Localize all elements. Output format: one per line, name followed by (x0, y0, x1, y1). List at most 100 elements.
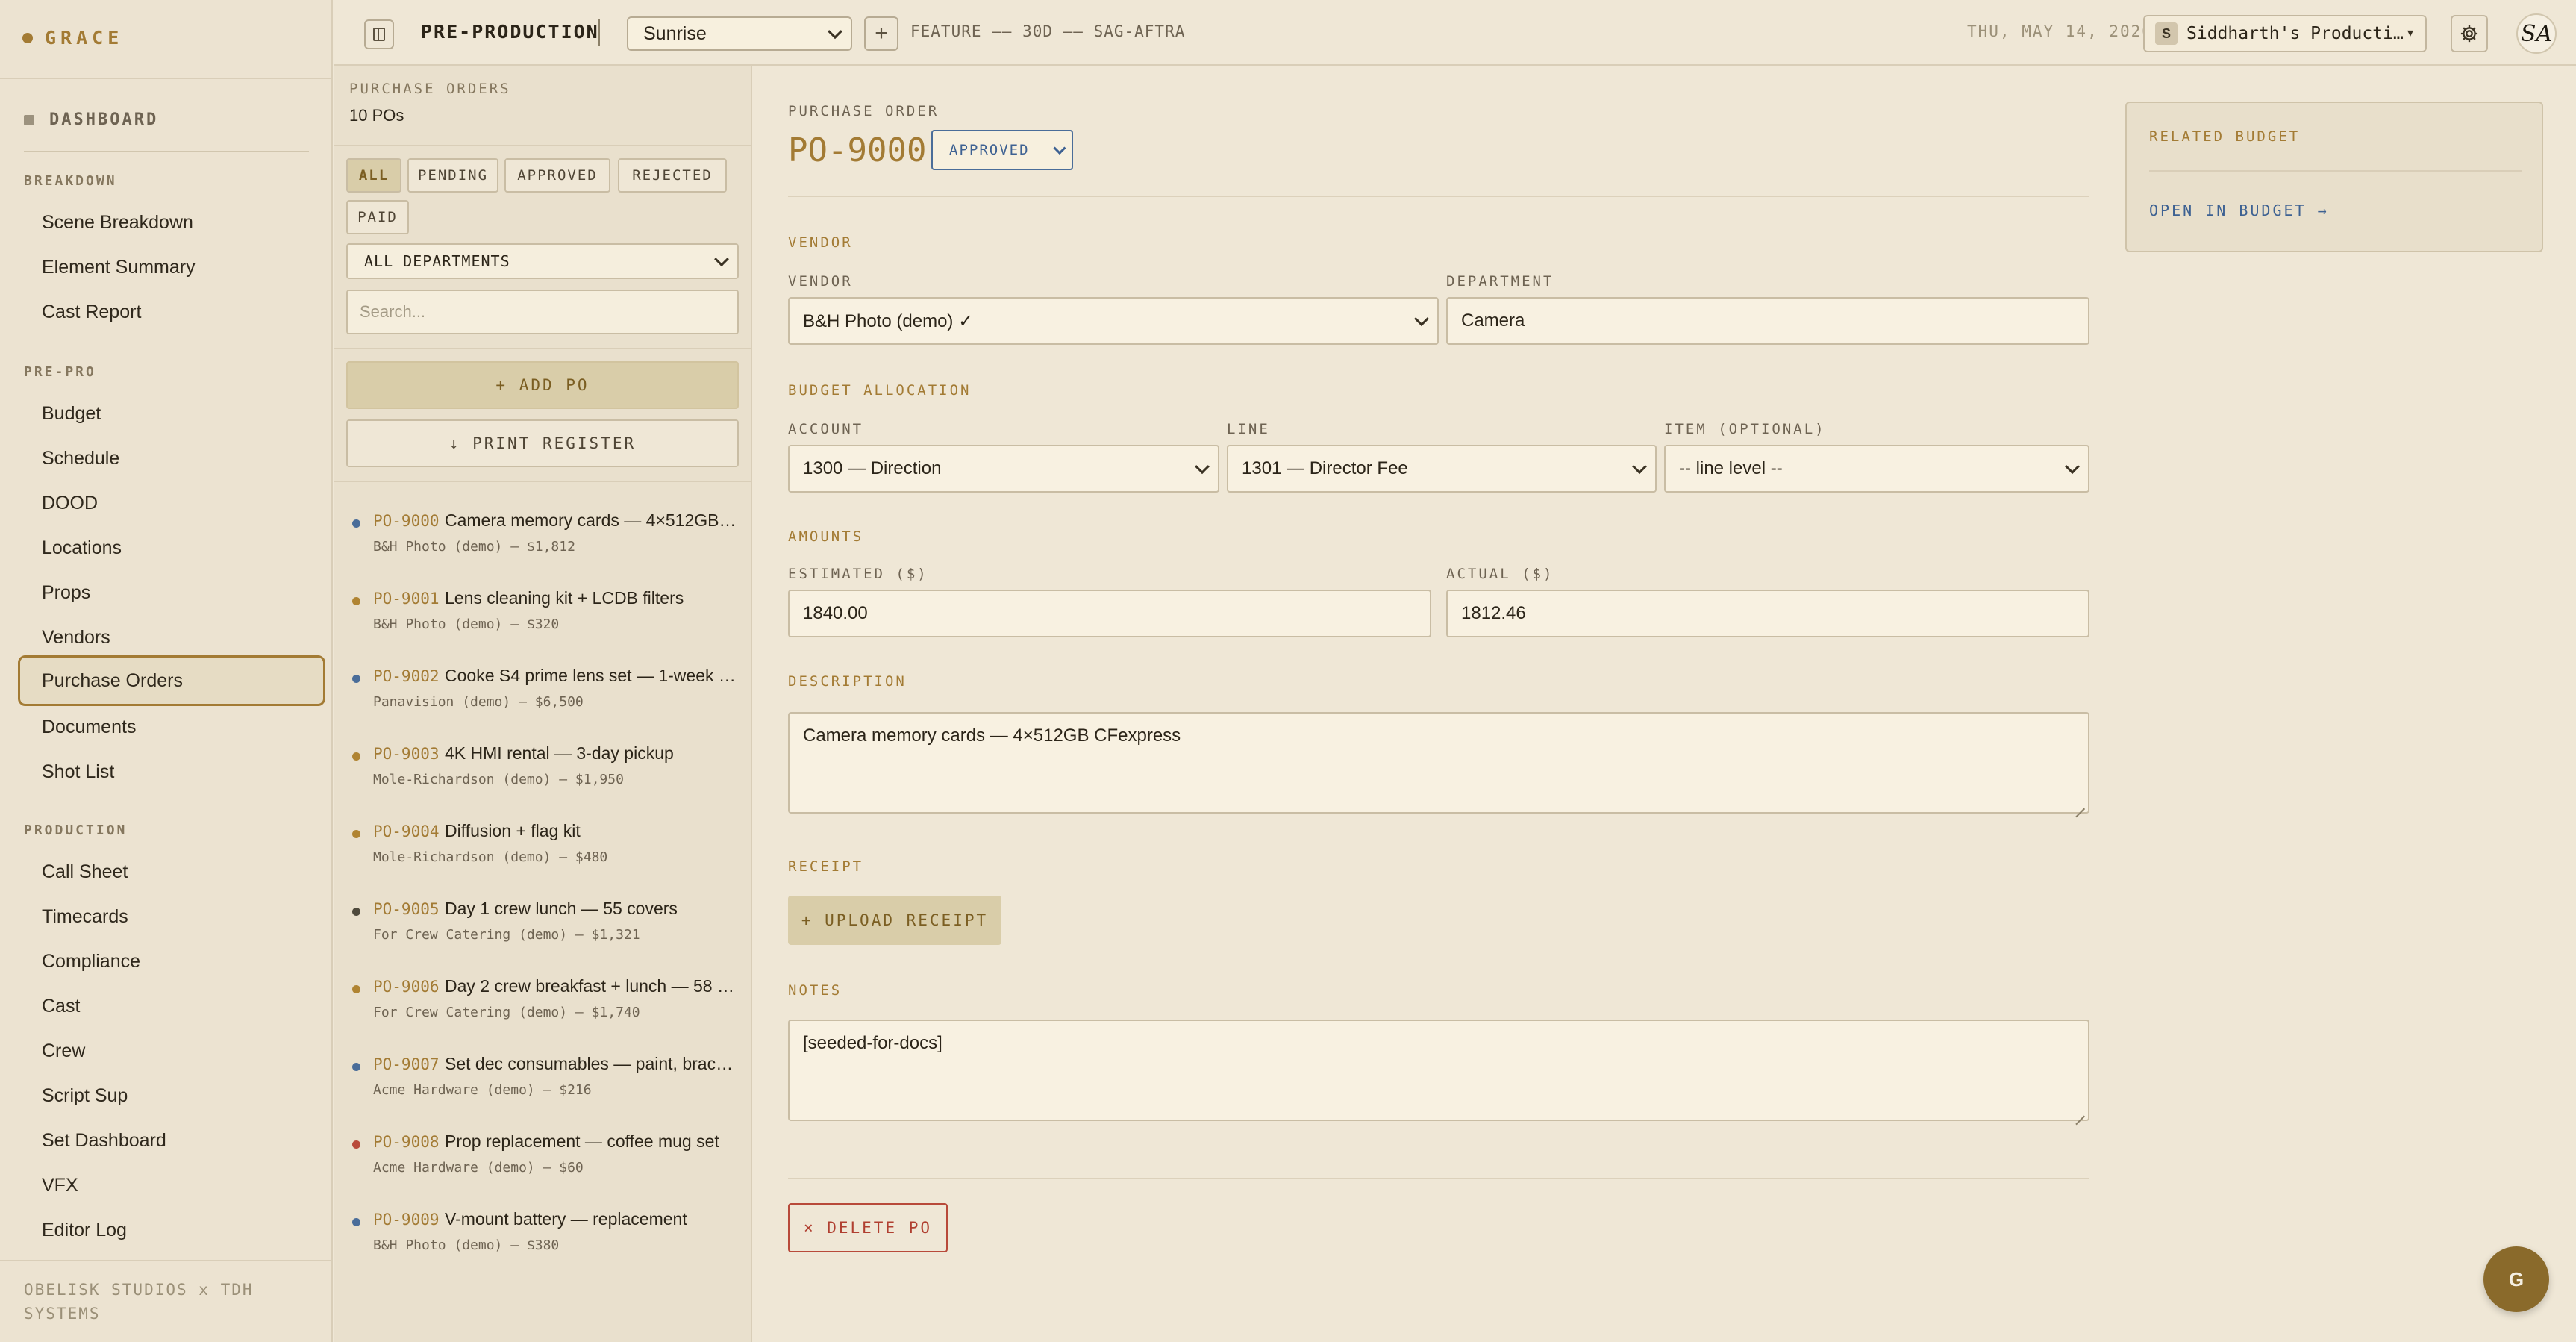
sidebar-item-documents[interactable]: Documents (18, 702, 325, 752)
status-dot-icon (352, 597, 360, 605)
open-in-budget-link[interactable]: OPEN IN BUDGET → (2149, 202, 2329, 219)
divider (788, 1178, 2089, 1179)
resize-handle-icon[interactable] (2075, 1106, 2085, 1117)
filter-approved[interactable]: APPROVED (504, 158, 610, 193)
sidebar-item-locations[interactable]: Locations (18, 522, 325, 573)
filter-paid[interactable]: PAID (346, 200, 409, 234)
po-list-item[interactable]: PO-9001 Lens cleaning kit + LCDB filters B… (334, 570, 752, 648)
sidebar-item-call-sheet[interactable]: Call Sheet (18, 846, 325, 897)
upload-receipt-button[interactable]: + UPLOAD RECEIPT (788, 896, 1001, 945)
po-list-item[interactable]: PO-9005 Day 1 crew lunch — 55 covers For C… (334, 881, 752, 958)
sidebar-item-purchase-orders[interactable]: Purchase Orders (18, 655, 325, 706)
notes-value: [seeded-for-docs] (803, 1033, 942, 1053)
section-title-production: PRODUCTION (24, 823, 128, 838)
status-dot-icon (352, 519, 360, 528)
po-list-item[interactable]: PO-9009 V-mount battery — replacement B&H … (334, 1191, 752, 1269)
divider (0, 1260, 333, 1261)
sidebar-item-vfx[interactable]: VFX (18, 1160, 325, 1211)
account-select[interactable]: 1300 — Direction (788, 445, 1219, 493)
filter-all[interactable]: ALL (346, 158, 401, 193)
sidebar-item-timecards[interactable]: Timecards (18, 891, 325, 942)
divider (334, 481, 752, 482)
chevron-down-icon (1414, 311, 1429, 327)
resize-handle-icon[interactable] (2075, 799, 2085, 809)
divider (334, 348, 752, 349)
sidebar-item-schedule[interactable]: Schedule (18, 433, 325, 484)
po-item-number: PO-9000 (373, 512, 440, 530)
sidebar-item-cast[interactable]: Cast (18, 981, 325, 1032)
sidebar-item-crew[interactable]: Crew (18, 1026, 325, 1076)
item-select-value: -- line level -- (1679, 458, 1783, 478)
po-item-description: Cooke S4 prime lens set — 1-week rental (445, 666, 740, 685)
department-label: DEPARTMENT (1446, 273, 1554, 290)
divider (24, 151, 309, 152)
status-dot-icon (352, 752, 360, 761)
notes-section-title: NOTES (788, 982, 842, 999)
po-list-item[interactable]: PO-9006 Day 2 crew breakfast + lunch — 58… (334, 958, 752, 1036)
po-list-item[interactable]: PO-9002 Cooke S4 prime lens set — 1-week … (334, 648, 752, 725)
sidebar-item-script-sup[interactable]: Script Sup (18, 1070, 325, 1121)
sidebar-item-set-dashboard[interactable]: Set Dashboard (18, 1115, 325, 1166)
sidebar-toggle-button[interactable] (364, 19, 394, 49)
section-title-pre-pro: PRE-PRO (24, 364, 96, 380)
department-filter-value: ALL DEPARTMENTS (364, 252, 510, 270)
line-select[interactable]: 1301 — Director Fee (1227, 445, 1657, 493)
sidebar: GRACE DASHBOARD BREAKDOWN Scene Breakdow… (0, 0, 333, 1342)
po-item-description: Diffusion + flag kit (445, 821, 581, 840)
po-list-item[interactable]: PO-9004 Diffusion + flag kit Mole-Richards… (334, 803, 752, 881)
po-search-input[interactable] (346, 290, 739, 334)
status-dot-icon (352, 675, 360, 683)
po-list-item[interactable]: PO-9008 Prop replacement — coffee mug set… (334, 1114, 752, 1191)
department-filter-select[interactable]: ALL DEPARTMENTS (346, 243, 739, 279)
vendor-section-title: VENDOR (788, 234, 853, 251)
sidebar-item-shot-list[interactable]: Shot List (18, 746, 325, 797)
project-select-value: Sunrise (643, 22, 707, 44)
brand-logo[interactable]: GRACE (22, 27, 123, 49)
assistant-button[interactable]: G (2483, 1246, 2549, 1312)
sidebar-item-compliance[interactable]: Compliance (18, 936, 325, 987)
filter-pending[interactable]: PENDING (407, 158, 498, 193)
po-list-item[interactable]: PO-9003 4K HMI rental — 3-day pickup Mole-… (334, 725, 752, 803)
phase-title: PRE-PRODUCTION (421, 21, 599, 43)
user-avatar[interactable]: SA (2516, 13, 2557, 54)
sidebar-item-budget[interactable]: Budget (18, 388, 325, 439)
org-switcher[interactable]: S Siddharth's Producti… ▾ (2143, 15, 2427, 52)
po-item-description: Prop replacement — coffee mug set (445, 1132, 719, 1151)
department-field[interactable]: Camera (1446, 297, 2089, 345)
sidebar-item-element-summary[interactable]: Element Summary (18, 242, 325, 293)
po-item-vendor-amount: Mole-Richardson (demo) — $1,950 (373, 772, 624, 787)
po-list-item[interactable]: PO-9000 Camera memory cards — 4×512GB CFe… (334, 493, 752, 570)
delete-po-button[interactable]: × DELETE PO (788, 1203, 948, 1252)
sidebar-item-editor-log[interactable]: Editor Log (18, 1205, 325, 1255)
estimated-input[interactable]: 1840.00 (788, 590, 1431, 637)
status-dot-icon (352, 830, 360, 838)
item-label: ITEM (OPTIONAL) (1664, 421, 1826, 437)
related-budget-title: RELATED BUDGET (2149, 128, 2301, 145)
sidebar-item-dashboard[interactable]: DASHBOARD (24, 110, 158, 129)
vendor-label: VENDOR (788, 273, 853, 290)
add-po-button[interactable]: + ADD PO (346, 361, 739, 409)
po-item-vendor-amount: For Crew Catering (demo) — $1,740 (373, 1005, 640, 1020)
item-select[interactable]: -- line level -- (1664, 445, 2089, 493)
vendor-select[interactable]: B&H Photo (demo) ✓ (788, 297, 1439, 345)
sidebar-item-dood[interactable]: DOOD (18, 478, 325, 528)
po-item-vendor-amount: Panavision (demo) — $6,500 (373, 694, 584, 710)
sidebar-item-scene-breakdown[interactable]: Scene Breakdown (18, 197, 325, 248)
project-select[interactable]: Sunrise (627, 16, 852, 51)
account-label: ACCOUNT (788, 421, 864, 437)
filter-rejected[interactable]: REJECTED (618, 158, 727, 193)
po-item-vendor-amount: B&H Photo (demo) — $1,812 (373, 539, 575, 555)
receipt-section-title: RECEIPT (788, 858, 864, 875)
actual-input[interactable]: 1812.46 (1446, 590, 2089, 637)
sidebar-item-props[interactable]: Props (18, 567, 325, 618)
related-budget-card: RELATED BUDGET OPEN IN BUDGET → (2125, 102, 2543, 252)
description-textarea[interactable]: Camera memory cards — 4×512GB CFexpress (788, 712, 2089, 814)
po-list-item[interactable]: PO-9007 Set dec consumables — paint, brac… (334, 1036, 752, 1114)
print-register-button[interactable]: ↓ PRINT REGISTER (346, 419, 739, 467)
notes-textarea[interactable]: [seeded-for-docs] (788, 1020, 2089, 1121)
settings-button[interactable] (2451, 15, 2488, 52)
sidebar-item-cast-report[interactable]: Cast Report (18, 287, 325, 337)
status-select[interactable]: APPROVED (931, 130, 1073, 170)
add-project-button[interactable]: + (864, 16, 898, 51)
po-item-description: Lens cleaning kit + LCDB filters (445, 588, 684, 608)
